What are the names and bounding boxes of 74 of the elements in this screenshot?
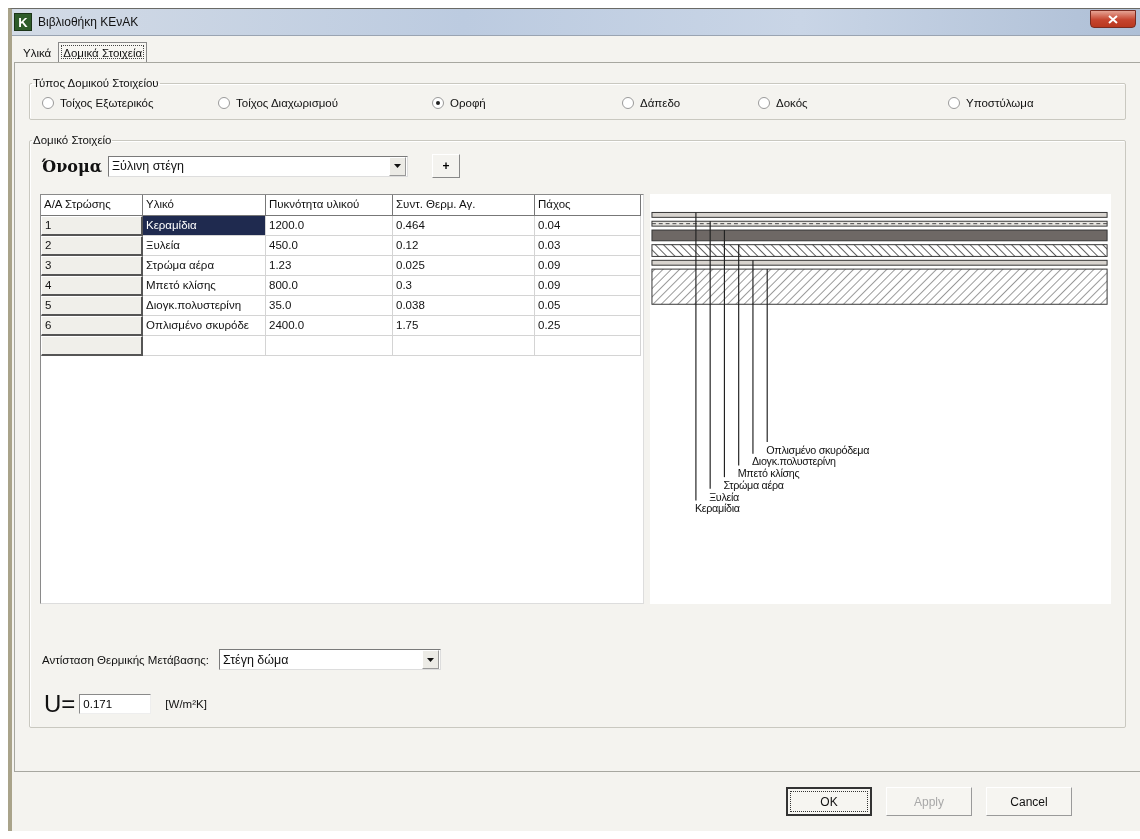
radio-button[interactable] [218,97,230,109]
table-cell: 800.0 [266,276,393,296]
table-cell: Ξυλεία [143,236,266,256]
row-header[interactable]: 6 [41,316,143,336]
table-cell: 0.09 [535,276,641,296]
name-dropdown[interactable]: Ξύλινη στέγη [108,155,408,177]
row-header[interactable]: 4 [41,276,143,296]
u-label: U= [44,692,76,716]
table-cell: Στρώμα αέρα [143,256,266,276]
table-cell: 0.025 [393,256,535,276]
radio-label[interactable]: Οροφή [450,97,486,109]
table-cell: Οπλισμένο σκυρόδε [143,316,266,336]
radio-label[interactable]: Δάπεδο [640,97,681,109]
close-button[interactable] [1090,10,1136,28]
column-header: Συντ. Θερμ. Αγ. [393,195,535,216]
row-header[interactable]: 3 [41,256,143,276]
table-cell: 0.3 [393,276,535,296]
row-header[interactable]: 5 [41,296,143,316]
radio-label[interactable]: Τοίχος Διαχωρισμού [236,97,339,109]
table-cell: 2400.0 [266,316,393,336]
table-cell: 0.05 [535,296,641,316]
window-title: Βιβλιοθήκη ΚΕνΑΚ [38,15,140,29]
table-cell: 1200.0 [266,216,393,236]
layer-label: Διογκ.πολυστερίνη [751,455,836,468]
column-header: Πυκνότητα υλικού [266,195,393,216]
row-header[interactable]: 2 [41,236,143,256]
table-cell: Μπετό κλίσης [143,276,266,296]
close-icon [1108,14,1118,24]
radio-button[interactable] [432,97,444,109]
table-cell: 0.04 [535,216,641,236]
table-cell: 0.03 [535,236,641,256]
resistance-dropdown[interactable]: Στέγη δώμα [219,649,442,670]
table-cell: 0.25 [535,316,641,336]
app-icon: K [14,13,32,31]
tab[interactable]: Δομικά Στοιχεία [58,42,148,62]
table-cell: 35.0 [266,296,393,316]
table-cell: 0.038 [393,296,535,316]
column-header: Υλικό [143,195,266,216]
layer-label: Ξυλεία [709,490,740,503]
dropdown-arrow-icon [427,657,435,662]
add-button[interactable]: + [432,154,460,178]
name-label: Όνομα [42,156,102,176]
table-cell: 0.12 [393,236,535,256]
radio-button[interactable] [948,97,960,109]
table-cell: 1.75 [393,316,535,336]
column-header: Α/Α Στρώσης [41,195,143,216]
radio-label[interactable]: Υποστύλωμα [966,97,1034,109]
radio-button[interactable] [622,97,634,109]
layer-label: Οπλισμένο σκυρόδεμα [766,443,870,456]
column-header: Πάχος [535,195,641,216]
u-value-field[interactable]: 0.171 [79,694,152,714]
row-header[interactable]: 1 [41,216,143,236]
dialog-button[interactable]: OK [786,787,872,816]
layer-label: Στρώμα αέρα [723,478,784,491]
unit-label: [W/m²K] [165,698,207,710]
layer-label: Κεραμίδια [694,502,740,515]
group-title: Τύπος Δομικού Στοιχείου [32,77,160,89]
radio-label[interactable]: Δοκός [776,97,808,109]
table-cell: 0.09 [535,256,641,276]
tab[interactable]: Υλικά [18,42,57,62]
radio-button[interactable] [42,97,54,109]
dialog-button[interactable]: Cancel [986,787,1072,816]
row-header[interactable] [41,336,143,356]
resistance-label: Αντίσταση Θερμικής Μετάβασης: [42,653,210,666]
table-cell: Διογκ.πολυστερίνη [143,296,266,316]
layer-label: Μπετό κλίσης [737,467,800,480]
radio-button[interactable] [758,97,770,109]
table-cell: Κεραμίδια [143,216,266,236]
group-title: Δομικό Στοιχείο [32,134,113,146]
radio-label[interactable]: Τοίχος Εξωτερικός [60,97,154,109]
table-cell: 450.0 [266,236,393,256]
dropdown-arrow-icon [394,164,401,168]
table-cell: 1.23 [266,256,393,276]
table-cell: 0.464 [393,216,535,236]
